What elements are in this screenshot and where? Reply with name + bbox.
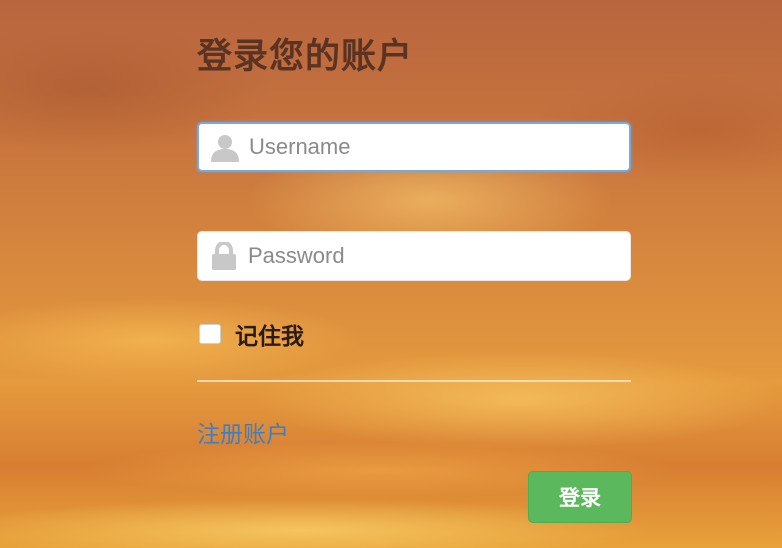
- remember-me-checkbox[interactable]: [199, 324, 221, 344]
- page-title: 登录您的账户: [197, 37, 414, 77]
- username-field[interactable]: [197, 122, 631, 172]
- remember-me-label: 记住我: [235, 324, 304, 350]
- password-field[interactable]: [197, 231, 631, 281]
- username-input[interactable]: [249, 124, 619, 170]
- password-input[interactable]: [248, 232, 618, 280]
- user-icon: [209, 134, 241, 162]
- login-panel: 登录您的账户 记住我 注册账户 登录: [197, 0, 633, 548]
- register-account-link[interactable]: 注册账户: [197, 415, 289, 449]
- divider: [197, 380, 631, 382]
- lock-icon: [208, 240, 240, 270]
- remember-me[interactable]: 记住我: [199, 318, 304, 350]
- login-button[interactable]: 登录: [528, 471, 632, 523]
